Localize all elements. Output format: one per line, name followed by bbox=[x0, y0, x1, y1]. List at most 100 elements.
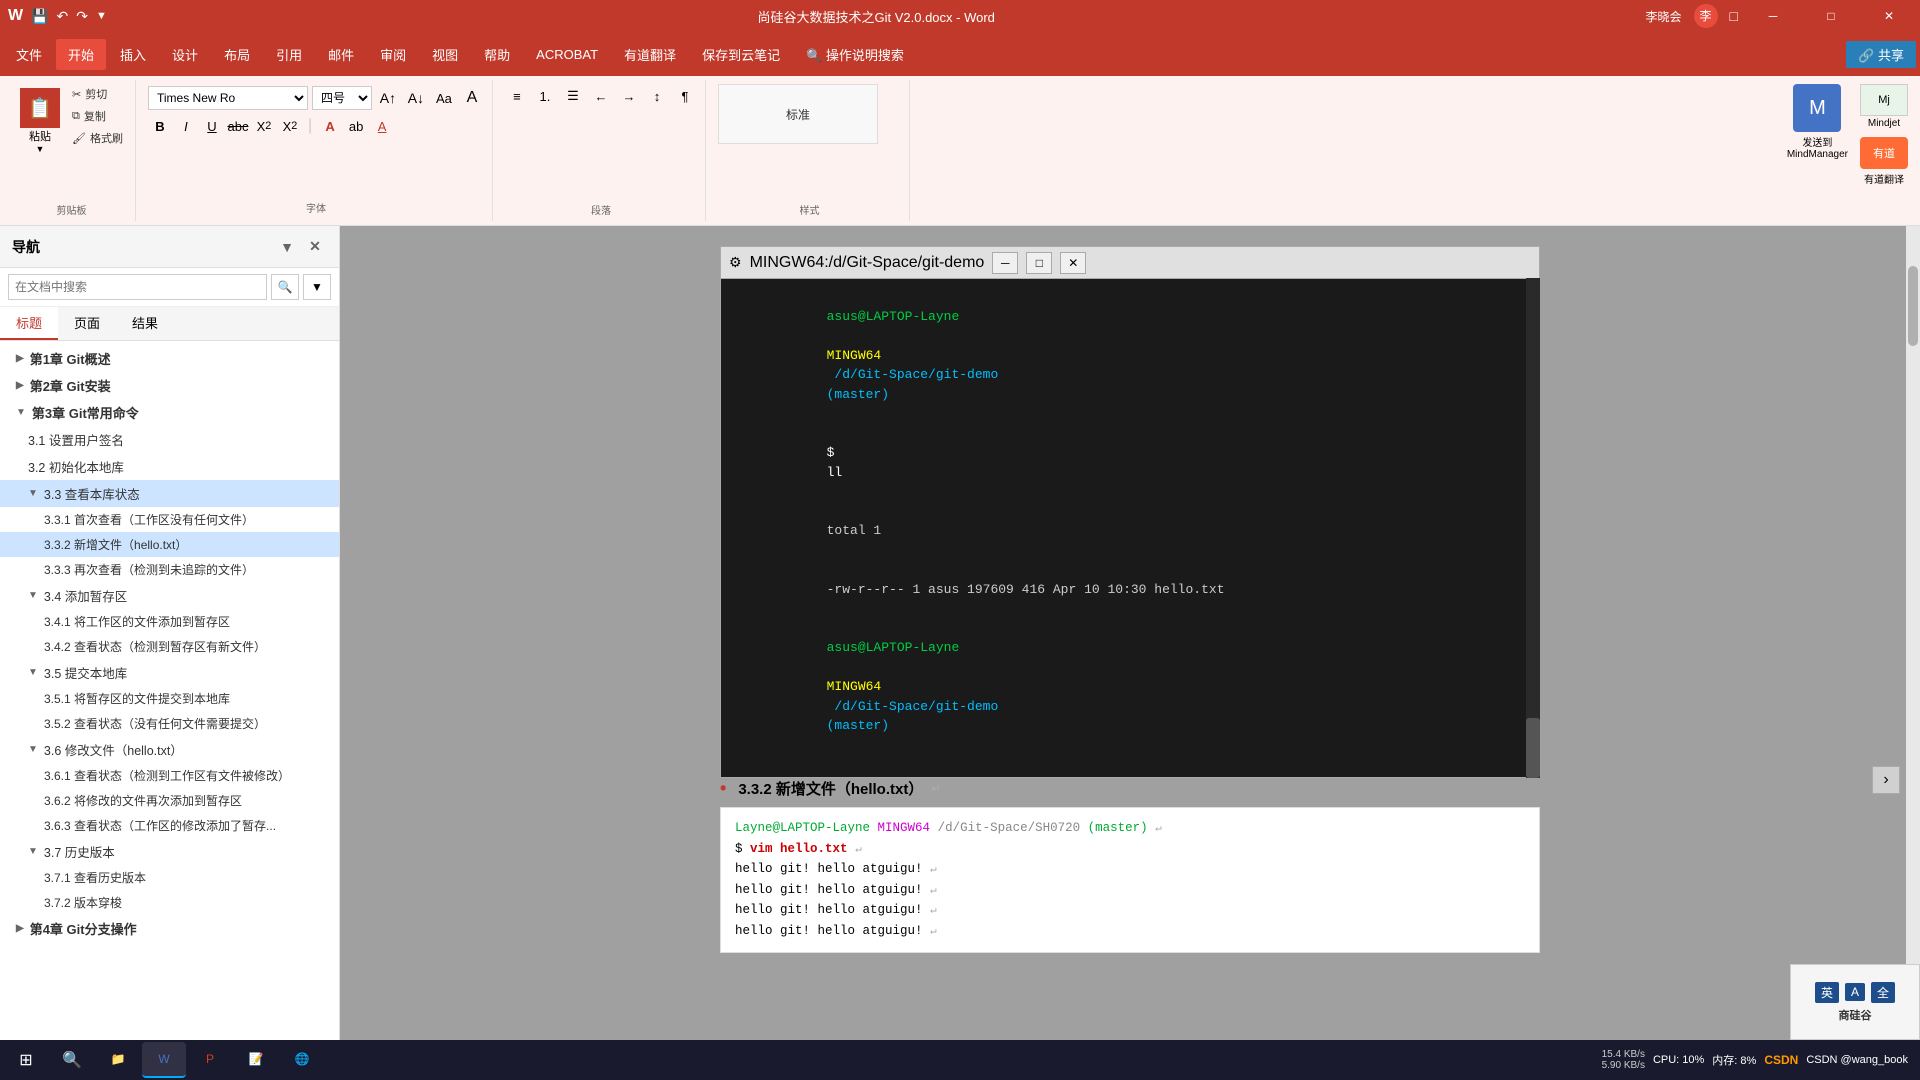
redo-icon[interactable]: ↷ bbox=[76, 8, 88, 25]
italic-button[interactable]: I bbox=[174, 114, 198, 138]
nav-item-3-3[interactable]: ▼ 3.3 查看本库状态 bbox=[0, 480, 339, 507]
menu-review[interactable]: 审阅 bbox=[368, 39, 418, 70]
font-color-button[interactable]: A bbox=[370, 114, 394, 138]
subscript-button[interactable]: X2 bbox=[252, 114, 276, 138]
nav-tab-results[interactable]: 结果 bbox=[116, 307, 174, 340]
undo-icon[interactable]: ↶ bbox=[57, 8, 69, 25]
nav-item-ch1[interactable]: ▶ 第1章 Git概述 bbox=[0, 345, 339, 372]
input-mode-button[interactable]: A bbox=[1845, 983, 1865, 1001]
taskbar-onenote[interactable]: 📝 bbox=[234, 1042, 278, 1078]
quick-access-more[interactable]: ▼ bbox=[96, 10, 107, 22]
superscript-button[interactable]: X2 bbox=[278, 114, 302, 138]
terminal-close-button[interactable]: ✕ bbox=[1060, 252, 1086, 274]
nav-tab-headings[interactable]: 标题 bbox=[0, 307, 58, 340]
nav-item-3-6[interactable]: ▼ 3.6 修改文件（hello.txt） bbox=[0, 736, 339, 763]
menu-cloud[interactable]: 保存到云笔记 bbox=[690, 39, 792, 70]
menu-references[interactable]: 引用 bbox=[264, 39, 314, 70]
menu-view[interactable]: 视图 bbox=[420, 39, 470, 70]
nav-item-3-5-2[interactable]: 3.5.2 查看状态（没有任何文件需要提交） bbox=[0, 711, 339, 736]
terminal-minimize-button[interactable]: ─ bbox=[992, 252, 1018, 274]
nav-item-3-5-1[interactable]: 3.5.1 将暂存区的文件提交到本地库 bbox=[0, 686, 339, 711]
minimize-button[interactable]: ─ bbox=[1750, 0, 1796, 32]
quick-save-icon[interactable]: 💾 bbox=[31, 8, 48, 25]
paste-dropdown-icon[interactable]: ▼ bbox=[36, 144, 45, 154]
font-family-select[interactable]: Times New Ro bbox=[148, 86, 308, 110]
bullets-button[interactable]: ≡ bbox=[505, 84, 529, 108]
nav-item-ch4[interactable]: ▶ 第4章 Git分支操作 bbox=[0, 915, 339, 942]
nav-item-3-3-1[interactable]: 3.3.1 首次查看（工作区没有任何文件） bbox=[0, 507, 339, 532]
nav-search-input[interactable] bbox=[8, 274, 267, 300]
menu-help[interactable]: 帮助 bbox=[472, 39, 522, 70]
nav-search-dropdown[interactable]: ▼ bbox=[303, 274, 331, 300]
taskbar-powerpoint[interactable]: P bbox=[188, 1042, 232, 1078]
terminal-body[interactable]: asus@LAPTOP-Layne MINGW64 /d/Git-Space/g… bbox=[720, 278, 1540, 778]
nav-item-3-4-1[interactable]: 3.4.1 将工作区的文件添加到暂存区 bbox=[0, 609, 339, 634]
text-highlight-button[interactable]: ab bbox=[344, 114, 368, 138]
nav-item-3-7-2[interactable]: 3.7.2 版本穿梭 bbox=[0, 890, 339, 915]
page-forward-button[interactable]: › bbox=[1872, 766, 1900, 794]
nav-item-3-6-3[interactable]: 3.6.3 查看状态（工作区的修改添加了暂存... bbox=[0, 813, 339, 838]
share-button[interactable]: 🔗 共享 bbox=[1846, 41, 1916, 68]
menu-acrobat[interactable]: ACROBAT bbox=[524, 41, 610, 68]
taskbar-word[interactable]: W bbox=[142, 1042, 186, 1078]
styles-gallery[interactable]: 标准 bbox=[718, 84, 878, 144]
mindjet-button[interactable]: Mj Mindjet bbox=[1860, 84, 1908, 129]
nav-dropdown-button[interactable]: ▼ bbox=[275, 235, 299, 259]
increase-indent-button[interactable]: → bbox=[617, 84, 641, 108]
numbering-button[interactable]: 1. bbox=[533, 84, 557, 108]
terminal-maximize-button[interactable]: □ bbox=[1026, 252, 1052, 274]
nav-item-ch3[interactable]: ▼ 第3章 Git常用命令 bbox=[0, 399, 339, 426]
nav-item-3-6-2[interactable]: 3.6.2 将修改的文件再次添加到暂存区 bbox=[0, 788, 339, 813]
menu-mailings[interactable]: 邮件 bbox=[316, 39, 366, 70]
nav-search-button[interactable]: 🔍 bbox=[271, 274, 299, 300]
terminal-scrollbar[interactable] bbox=[1526, 278, 1540, 778]
menu-design[interactable]: 设计 bbox=[160, 39, 210, 70]
font-case-button[interactable]: Aa bbox=[432, 86, 456, 110]
nav-item-3-2[interactable]: 3.2 初始化本地库 bbox=[0, 453, 339, 480]
menu-search-actions[interactable]: 🔍 操作说明搜索 bbox=[794, 39, 916, 70]
nav-item-3-7-1[interactable]: 3.7.1 查看历史版本 bbox=[0, 865, 339, 890]
terminal-scrollbar-thumb[interactable] bbox=[1526, 718, 1540, 778]
clear-format-button[interactable]: A bbox=[460, 86, 484, 110]
lang-button[interactable]: 英 bbox=[1815, 982, 1839, 1003]
close-button[interactable]: ✕ bbox=[1866, 0, 1912, 32]
taskbar-browser[interactable]: 🌐 bbox=[280, 1042, 324, 1078]
font-size-select[interactable]: 四号 bbox=[312, 86, 372, 110]
multilevel-list-button[interactable]: ☰ bbox=[561, 84, 585, 108]
nav-tab-pages[interactable]: 页面 bbox=[58, 307, 116, 340]
doc-scrollbar-thumb[interactable] bbox=[1908, 266, 1918, 346]
taskbar-search-button[interactable]: 🔍 bbox=[50, 1042, 94, 1078]
nav-item-3-4[interactable]: ▼ 3.4 添加暂存区 bbox=[0, 582, 339, 609]
nav-item-3-3-3[interactable]: 3.3.3 再次查看（检测到未追踪的文件） bbox=[0, 557, 339, 582]
bold-button[interactable]: B bbox=[148, 114, 172, 138]
menu-home[interactable]: 开始 bbox=[56, 39, 106, 70]
nav-item-3-4-2[interactable]: 3.4.2 查看状态（检测到暂存区有新文件） bbox=[0, 634, 339, 659]
strikethrough-button[interactable]: abc bbox=[226, 114, 250, 138]
format-copy-button[interactable]: 🖌 格式刷 bbox=[68, 128, 127, 148]
maximize-button[interactable]: □ bbox=[1808, 0, 1854, 32]
font-shrink-button[interactable]: A↓ bbox=[404, 86, 428, 110]
full-screen-toggle[interactable]: 全 bbox=[1871, 982, 1895, 1003]
nav-item-3-3-2[interactable]: 3.3.2 新增文件（hello.txt） bbox=[0, 532, 339, 557]
show-paragraph-button[interactable]: ¶ bbox=[673, 84, 697, 108]
cut-button[interactable]: ✂ 剪切 bbox=[68, 84, 127, 104]
menu-youdao[interactable]: 有道翻译 bbox=[612, 39, 688, 70]
paste-button[interactable]: 📋 粘贴 ▼ bbox=[16, 84, 64, 158]
text-effect-button[interactable]: A bbox=[318, 114, 342, 138]
nav-close-button[interactable]: ✕ bbox=[303, 235, 327, 259]
taskbar-filemanager[interactable]: 📁 bbox=[96, 1042, 140, 1078]
nav-item-3-5[interactable]: ▼ 3.5 提交本地库 bbox=[0, 659, 339, 686]
nav-item-3-1[interactable]: 3.1 设置用户签名 bbox=[0, 426, 339, 453]
copy-button[interactable]: ⧉ 复制 bbox=[68, 106, 127, 126]
nav-item-3-7[interactable]: ▼ 3.7 历史版本 bbox=[0, 838, 339, 865]
mindmanager-button[interactable]: M 发送到MindManager bbox=[1787, 84, 1848, 160]
document-area[interactable]: ⚙ MINGW64:/d/Git-Space/git-demo ─ □ ✕ as… bbox=[340, 226, 1920, 1050]
menu-layout[interactable]: 布局 bbox=[212, 39, 262, 70]
ribbon-toggle-icon[interactable]: □ bbox=[1730, 8, 1738, 24]
decrease-indent-button[interactable]: ← bbox=[589, 84, 613, 108]
sort-button[interactable]: ↕ bbox=[645, 84, 669, 108]
doc-scrollbar[interactable] bbox=[1906, 226, 1920, 1050]
menu-file[interactable]: 文件 bbox=[4, 39, 54, 70]
nav-item-3-6-1[interactable]: 3.6.1 查看状态（检测到工作区有文件被修改） bbox=[0, 763, 339, 788]
nav-item-ch2[interactable]: ▶ 第2章 Git安装 bbox=[0, 372, 339, 399]
